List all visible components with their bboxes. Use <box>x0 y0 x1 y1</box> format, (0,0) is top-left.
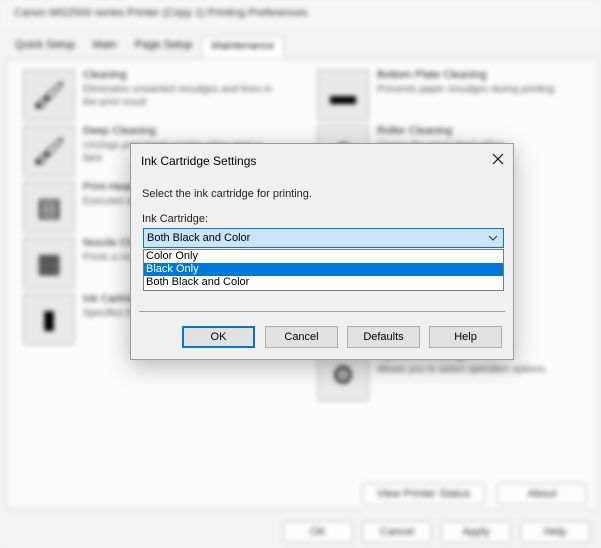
close-icon <box>492 153 504 165</box>
alignment-icon[interactable]: ▤ <box>23 181 75 233</box>
deep-cleaning-icon[interactable]: 🖌 <box>23 125 75 177</box>
tool-cleaning[interactable]: 🖌 Cleaning Eliminates unwanted smudges an… <box>23 69 283 121</box>
ok-button[interactable]: OK <box>182 326 255 348</box>
tab-maintenance[interactable]: Maintenance <box>201 36 285 58</box>
ink-cartridge-options-list: Color Only Black Only Both Black and Col… <box>143 249 504 291</box>
chevron-down-icon <box>488 235 498 241</box>
tool-name: Cleaning <box>83 69 127 81</box>
tab-bar: Quick Setup Main Page Setup Maintenance <box>6 36 285 58</box>
view-printer-status-button[interactable]: View Printer Status <box>362 483 485 505</box>
window-title: Canon MG2500 series Printer (Copy 1) Pri… <box>14 7 308 19</box>
about-button[interactable]: About <box>497 483 587 505</box>
ink-cartridge-settings-dialog: Ink Cartridge Settings Select the ink ca… <box>130 143 514 360</box>
help-button[interactable]: Help <box>429 326 502 348</box>
tab-page-setup[interactable]: Page Setup <box>126 36 202 58</box>
tool-desc: Eliminates unwanted smudges and lines in… <box>83 84 272 108</box>
instruction-text: Select the ink cartridge for printing. <box>142 188 312 200</box>
window-titlebar: Canon MG2500 series Printer (Copy 1) Pri… <box>0 0 601 28</box>
selected-value: Both Black and Color <box>147 232 251 244</box>
ink-cartridge-label: Ink Cartridge: <box>142 213 209 225</box>
cancel-button[interactable]: Cancel <box>265 326 338 348</box>
tool-name: Roller Cleaning <box>377 125 453 137</box>
dialog-body: Select the ink cartridge for printing. I… <box>131 176 513 360</box>
tool-name: Bottom Plate Cleaning <box>377 69 487 81</box>
option-black-only[interactable]: Black Only <box>144 263 503 276</box>
ink-cartridge-select[interactable]: Both Black and Color <box>143 228 504 248</box>
bg-apply-button[interactable]: Apply <box>441 521 511 543</box>
divider <box>139 311 505 312</box>
tool-name: Deep Cleaning <box>83 125 156 137</box>
bg-ok-button[interactable]: OK <box>283 521 353 543</box>
bottom-plate-icon[interactable]: ▬ <box>317 69 369 121</box>
tool-bottom-plate-cleaning[interactable]: ▬ Bottom Plate Cleaning Prevents paper sm… <box>317 69 577 121</box>
ink-cartridge-icon[interactable]: ▮ <box>23 293 75 345</box>
bg-help-button[interactable]: Help <box>520 521 590 543</box>
nozzle-check-icon[interactable]: ▦ <box>23 237 75 289</box>
option-both-black-and-color[interactable]: Both Black and Color <box>144 276 503 289</box>
cleaning-icon[interactable]: 🖌 <box>23 69 75 121</box>
tool-desc: Allows you to select operation options. <box>377 364 548 375</box>
defaults-button[interactable]: Defaults <box>347 326 420 348</box>
tab-quick-setup[interactable]: Quick Setup <box>6 36 84 58</box>
dialog-title: Ink Cartridge Settings <box>141 154 257 168</box>
close-button[interactable] <box>485 148 511 170</box>
tab-main[interactable]: Main <box>84 36 126 58</box>
option-color-only[interactable]: Color Only <box>144 250 503 263</box>
tool-desc: Prevents paper smudges during printing <box>377 84 555 95</box>
bg-cancel-button[interactable]: Cancel <box>362 521 432 543</box>
